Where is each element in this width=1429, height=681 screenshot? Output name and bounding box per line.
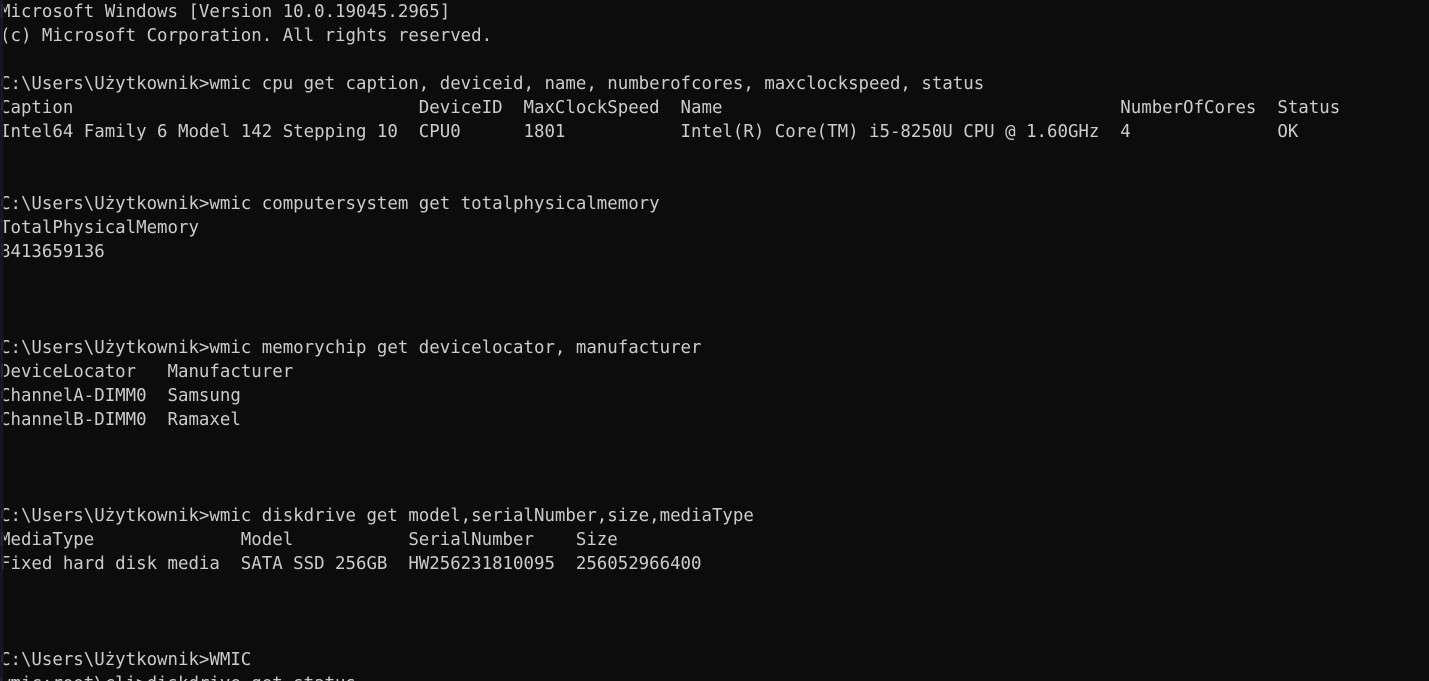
console-line: ChannelB-DIMM0 Ramaxel: [0, 410, 241, 430]
console-line: 8413659136: [0, 242, 105, 262]
console-line: ChannelA-DIMM0 Samsung: [0, 386, 241, 406]
console-line: Intel64 Family 6 Model 142 Stepping 10 C…: [0, 122, 1299, 142]
console-line: Microsoft Windows [Version 10.0.19045.29…: [0, 2, 451, 22]
console-output-buffer[interactable]: Microsoft Windows [Version 10.0.19045.29…: [0, 0, 1429, 681]
console-line: TotalPhysicalMemory: [0, 218, 199, 238]
console-line: C:\Users\Użytkownik>wmic computersystem …: [0, 194, 660, 214]
console-line: MediaType Model SerialNumber Size: [0, 530, 618, 550]
console-line: C:\Users\Użytkownik>wmic cpu get caption…: [0, 74, 985, 94]
console-line: Caption DeviceID MaxClockSpeed Name Numb…: [0, 98, 1341, 118]
console-line: Fixed hard disk media SATA SSD 256GB HW2…: [0, 554, 702, 574]
console-line: DeviceLocator Manufacturer: [0, 362, 294, 382]
console-line: C:\Users\Użytkownik>wmic memorychip get …: [0, 338, 702, 358]
console-window[interactable]: Microsoft Windows [Version 10.0.19045.29…: [0, 0, 1429, 681]
console-line: wmic:root\cli>diskdrive get status: [0, 672, 1429, 681]
console-line: C:\Users\Użytkownik>wmic diskdrive get m…: [0, 506, 754, 526]
console-line: (c) Microsoft Corporation. All rights re…: [0, 26, 493, 46]
console-line: C:\Users\Użytkownik>WMIC: [0, 650, 252, 670]
